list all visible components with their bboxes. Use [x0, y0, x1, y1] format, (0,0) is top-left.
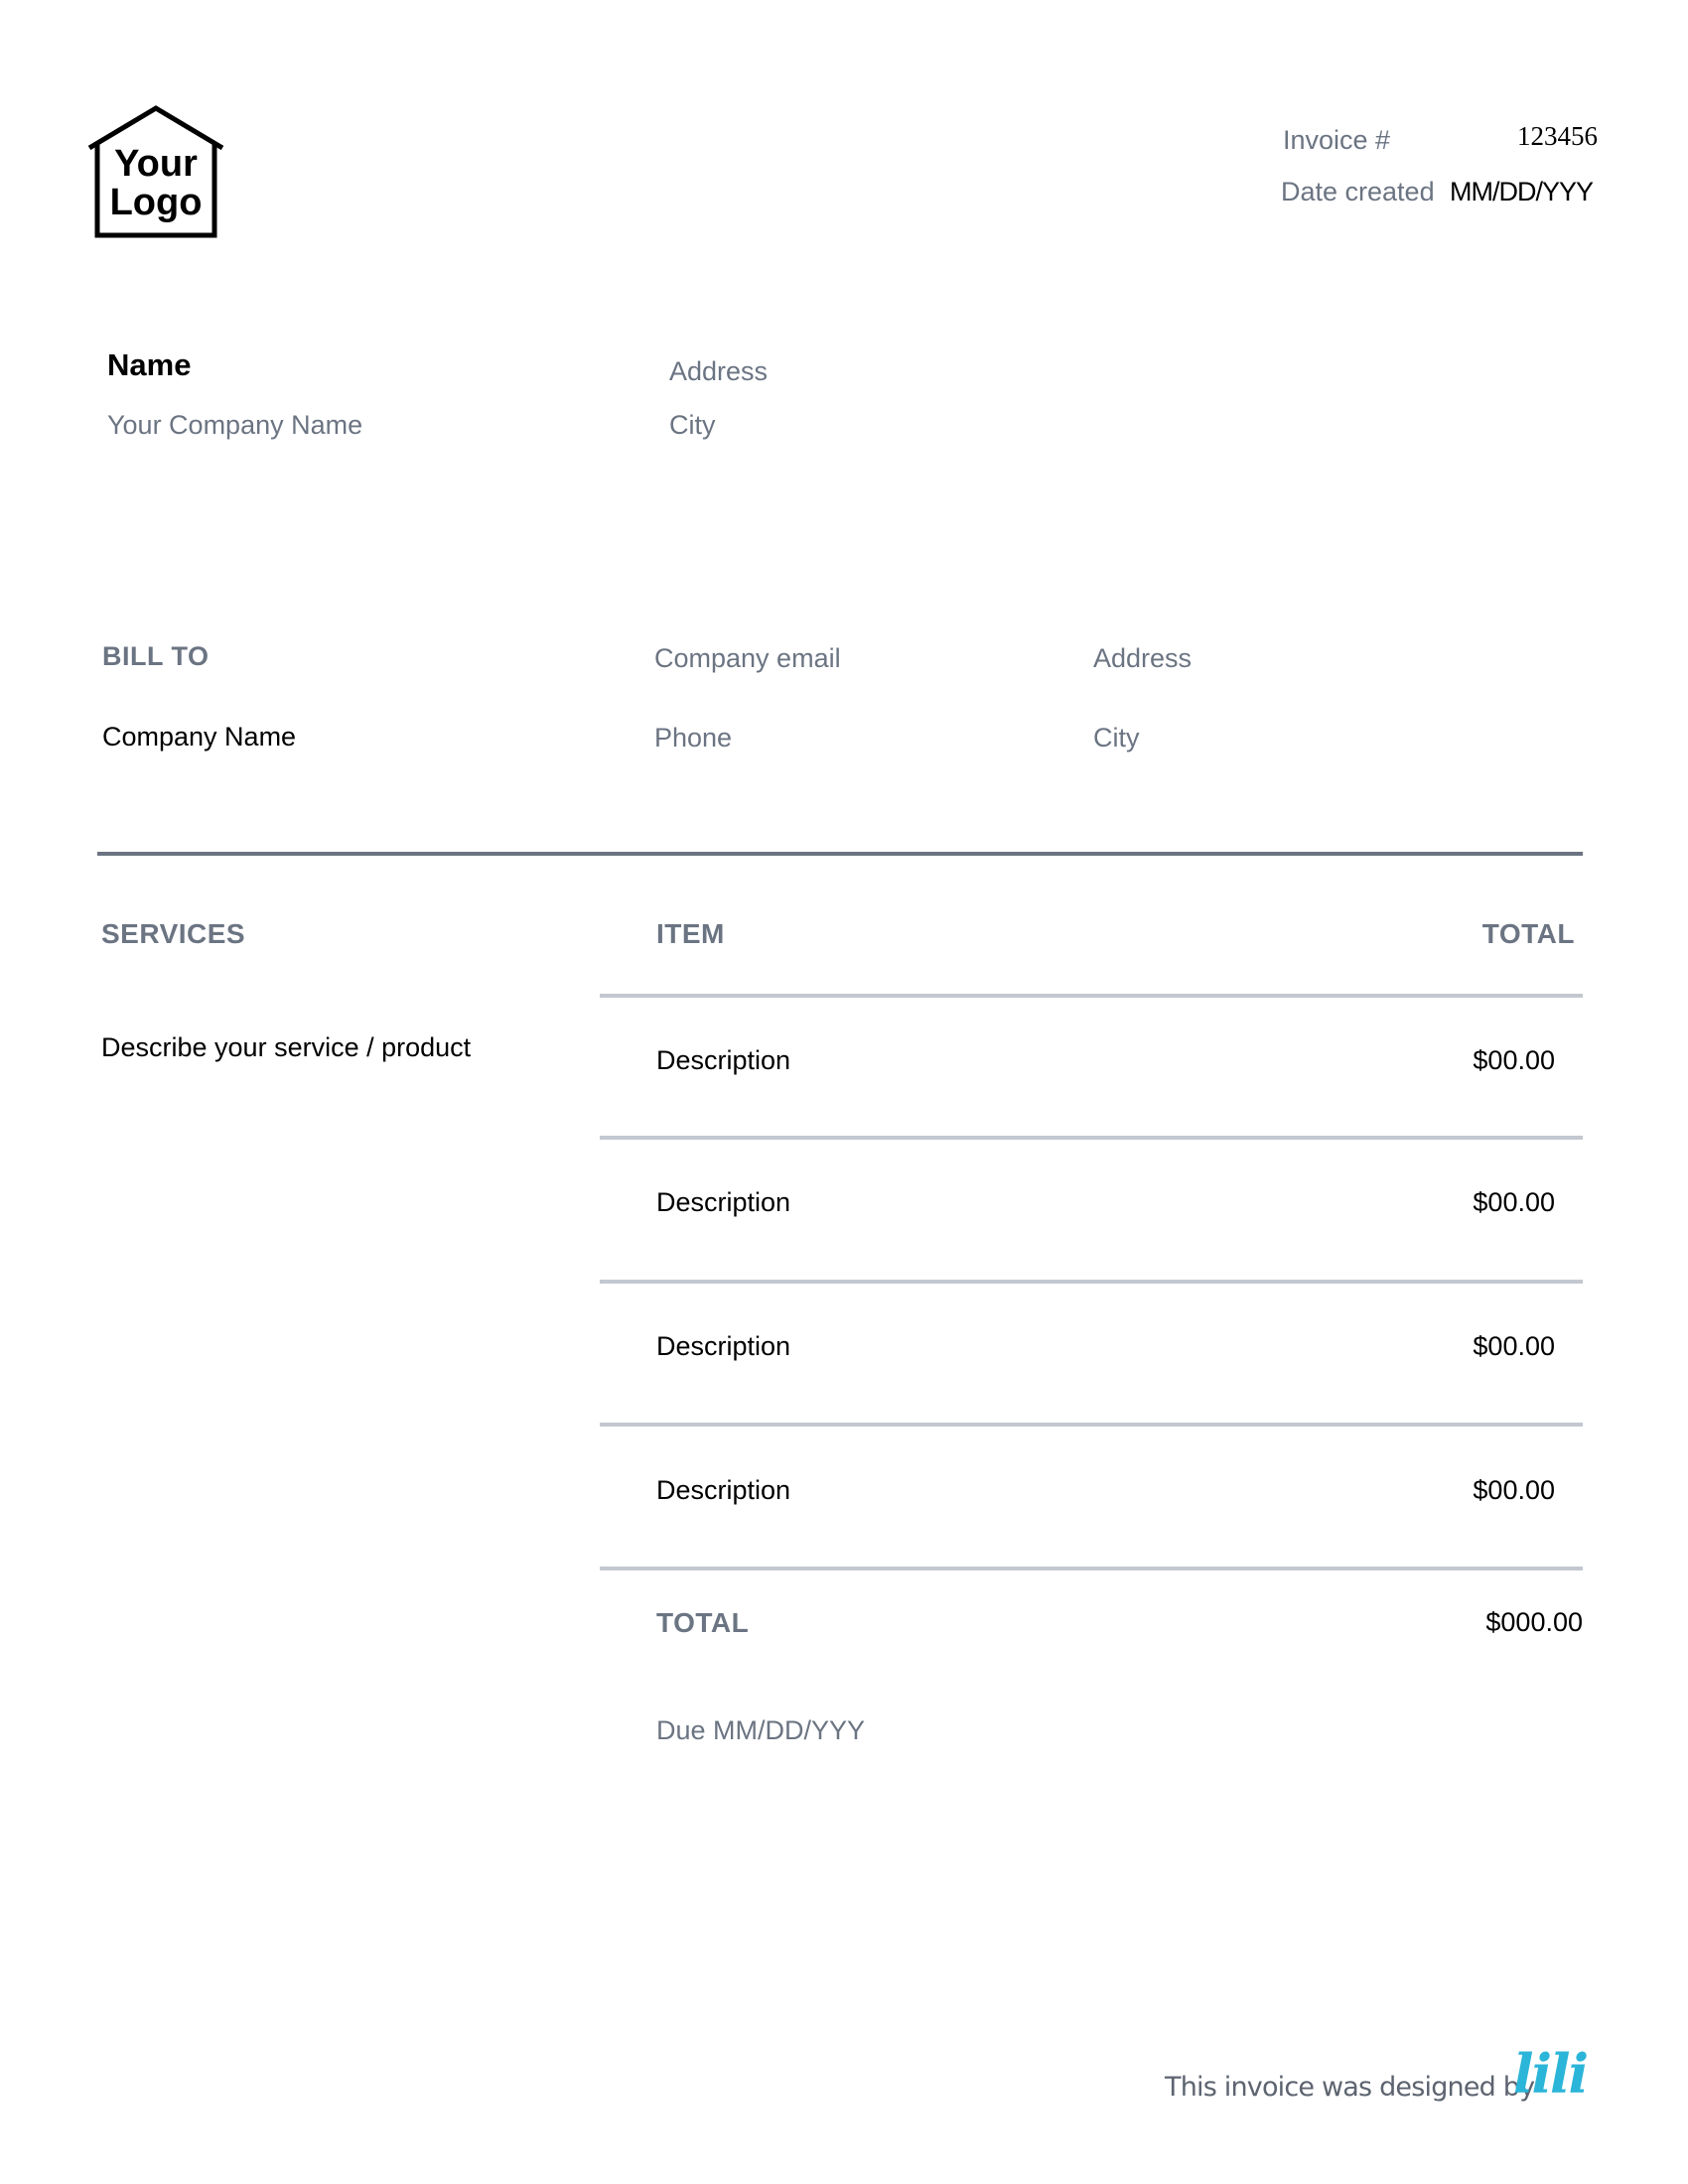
bill-to-email: Company email [654, 643, 841, 673]
logo-text-line2: Logo [110, 182, 203, 223]
line-item-amount: $00.00 [1473, 1475, 1555, 1505]
item-column-header: ITEM [656, 918, 725, 949]
sender-address: Address [669, 356, 769, 386]
lili-brand-text: lili [1513, 2043, 1588, 2106]
services-heading: SERVICES [101, 918, 246, 949]
section-divider [97, 852, 1583, 856]
bill-to-city: City [1093, 723, 1140, 752]
company-logo: Your Logo [87, 105, 224, 238]
total-column-header: TOTAL [1481, 918, 1575, 949]
line-item-description: Description [656, 1475, 791, 1505]
row-divider [600, 994, 1583, 998]
row-divider [600, 1280, 1583, 1284]
row-divider [600, 1423, 1583, 1427]
footer-credit: This invoice was designed by [1165, 2072, 1535, 2103]
row-divider [600, 1136, 1583, 1140]
line-item-amount: $00.00 [1473, 1045, 1555, 1075]
bill-to-heading: BILL TO [102, 641, 210, 671]
logo-text-line1: Your [114, 143, 198, 185]
date-created-label: Date created [1281, 177, 1435, 206]
invoice-number-value: 123456 [1517, 121, 1598, 151]
service-description: Describe your service / product [101, 1032, 472, 1062]
due-date: Due MM/DD/YYY [656, 1715, 866, 1745]
total-label: TOTAL [656, 1607, 750, 1638]
invoice-number-label: Invoice # [1283, 125, 1391, 155]
row-divider [600, 1567, 1583, 1570]
date-created-value: MM/DD/YYY [1450, 177, 1594, 206]
bill-to-address: Address [1093, 643, 1193, 673]
total-amount: $000.00 [1485, 1607, 1583, 1637]
sender-name: Name [107, 347, 192, 382]
line-item-amount: $00.00 [1473, 1331, 1555, 1361]
line-item-amount: $00.00 [1473, 1187, 1555, 1217]
line-item-description: Description [656, 1187, 791, 1217]
line-item-description: Description [656, 1331, 791, 1361]
bill-to-phone: Phone [654, 723, 733, 752]
lili-brand-logo: lili [1513, 2043, 1590, 2106]
sender-company: Your Company Name [107, 410, 363, 440]
sender-city: City [669, 410, 716, 440]
line-item-description: Description [656, 1045, 791, 1075]
bill-to-company: Company Name [102, 722, 297, 751]
